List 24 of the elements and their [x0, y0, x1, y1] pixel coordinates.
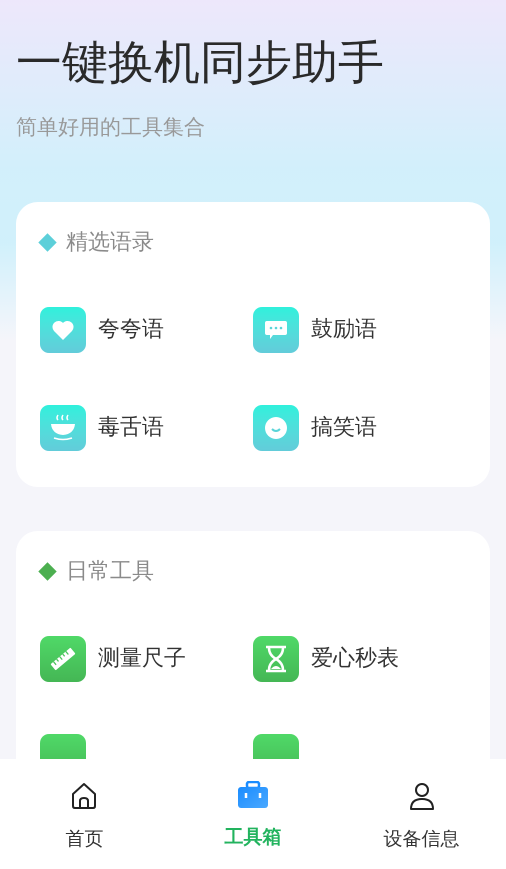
tool-tile[interactable]: [40, 404, 86, 450]
smiley-icon: [264, 416, 288, 440]
page-title: 一键换机同步助手: [16, 34, 385, 91]
page-subtitle: 简单好用的工具集合: [16, 114, 206, 141]
tool-label: 爱心秒表: [311, 645, 399, 673]
tool-label: 毒舌语: [98, 414, 164, 442]
nav-tab[interactable]: 首页: [0, 759, 169, 869]
tool-label: 测量尺子: [98, 645, 186, 673]
tool-label: 鼓励语: [311, 316, 377, 344]
nav-tab[interactable]: 设备信息: [337, 759, 506, 869]
hourglass-icon: [263, 644, 289, 672]
section-title: 日常工具: [66, 558, 154, 586]
steaming-bowl-icon: [49, 412, 77, 442]
tool-tile[interactable]: [40, 636, 86, 682]
chat-bubble-icon: [264, 318, 288, 340]
tool-tile[interactable]: [253, 306, 299, 352]
tool-label: 夸夸语: [98, 316, 164, 344]
tool-label: 搞笑语: [311, 414, 377, 442]
section-title: 精选语录: [66, 228, 154, 256]
tool-tile[interactable]: [253, 404, 299, 450]
heart-icon: [51, 318, 75, 340]
tool-tile[interactable]: [253, 636, 299, 682]
tool-tile[interactable]: [40, 306, 86, 352]
toolbox-icon: [236, 781, 269, 809]
